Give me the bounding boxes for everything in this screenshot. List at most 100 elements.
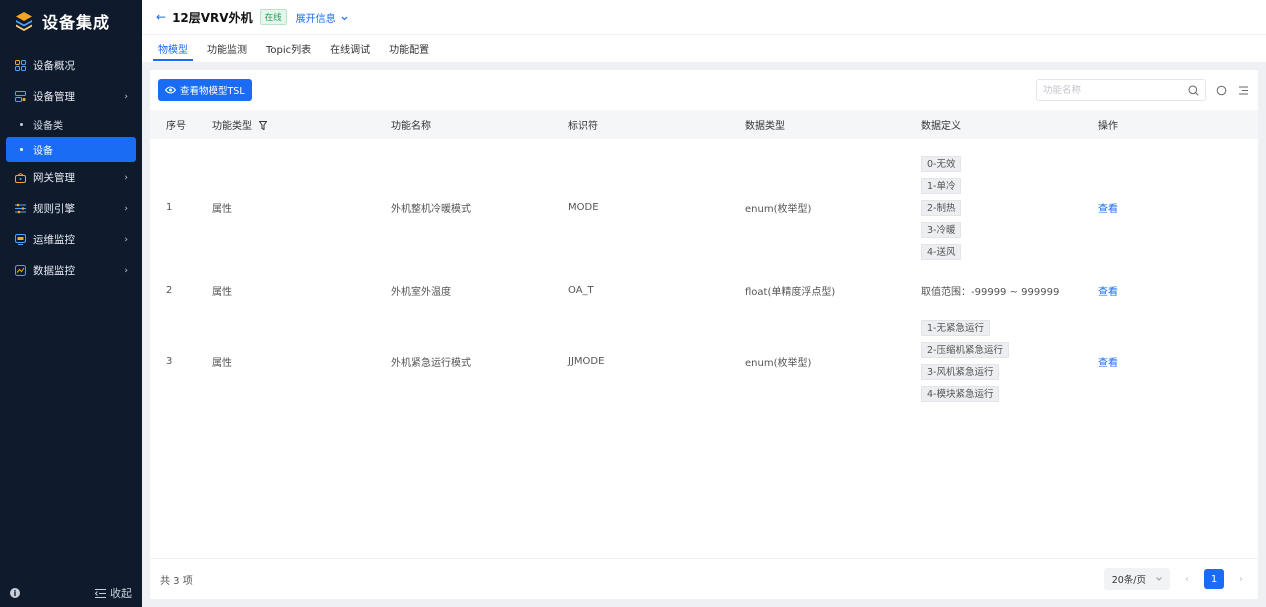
table-row: 3 属性 外机紧急运行模式 JJMODE enum(枚举型) 1-无紧急运行 2… [150, 304, 1258, 418]
brand-title: 设备集成 [42, 13, 111, 32]
sidebar-item-overview[interactable]: 设备概况 [0, 50, 142, 81]
sidebar-item-ops-monitor[interactable]: 运维监控 › [0, 224, 142, 255]
column-settings-icon[interactable] [1236, 83, 1250, 97]
cell-data-type: enum(枚举型) [745, 357, 812, 369]
view-tsl-label: 查看物模型TSL [180, 86, 245, 97]
rule-engine-icon [14, 203, 26, 215]
enum-tag: 4-送风 [921, 243, 962, 260]
tab-bar: 物模型 功能监测 Topic列表 在线调试 功能配置 [142, 35, 1266, 62]
enum-tag: 4-模块紧急运行 [921, 386, 1000, 402]
column-header-type-label: 功能类型 [212, 121, 252, 132]
cell-type: 属性 [212, 204, 232, 215]
chevron-down-icon: › [124, 91, 128, 102]
back-arrow-icon[interactable]: ← [156, 10, 166, 24]
tab-online-debug[interactable]: 在线调试 [330, 35, 370, 62]
chevron-down-icon [341, 16, 348, 20]
view-link[interactable]: 查看 [1098, 358, 1118, 369]
bullet-icon [20, 123, 23, 126]
search-input[interactable] [1043, 84, 1188, 96]
view-tsl-button[interactable]: 查看物模型TSL [158, 79, 252, 101]
table-tools [1036, 79, 1250, 101]
sidebar-item-rule-engine[interactable]: 规则引擎 › [0, 193, 142, 224]
enum-tag: 3-风机紧急运行 [921, 364, 1000, 380]
gateway-icon [14, 172, 26, 184]
chevron-right-icon: › [124, 234, 128, 245]
chevron-right-icon: › [124, 265, 128, 276]
cell-index: 1 [166, 202, 173, 213]
enum-tag: 1-单冷 [921, 177, 962, 194]
total-count: 共 3 项 [160, 575, 193, 587]
pagination: 20条/页 ‹ 1 › [1103, 568, 1248, 590]
sidebar-subitem-device-class[interactable]: 设备类 [0, 112, 142, 137]
page-title: 12层VRV外机 [172, 10, 253, 25]
prev-page-button[interactable]: ‹ [1180, 574, 1194, 585]
sidebar-item-data-monitor[interactable]: 数据监控 › [0, 255, 142, 286]
sidebar-item-label: 运维监控 [33, 234, 75, 246]
info-icon[interactable]: i [10, 588, 20, 598]
search-icon[interactable] [1188, 85, 1199, 96]
enum-tag: 2-压缩机紧急运行 [921, 342, 1009, 358]
tab-function-monitor[interactable]: 功能监测 [207, 35, 247, 62]
table-header: 序号 功能类型 功能名称 标识符 数据类型 数据定义 操作 [150, 110, 1258, 139]
column-header-identifier: 标识符 [568, 121, 598, 132]
logo-icon [16, 12, 32, 31]
sidebar-item-label: 设备管理 [33, 91, 75, 103]
sidebar-item-label: 网关管理 [33, 172, 75, 184]
cell-index: 3 [166, 355, 173, 367]
sidebar-subitem-device[interactable]: 设备 [6, 137, 136, 162]
tab-topic-list[interactable]: Topic列表 [266, 35, 311, 62]
table-row: 1 属性 外机整机冷暖模式 MODE enum(枚举型) 0-无效 1-单冷 2… [150, 139, 1258, 276]
bullet-icon [20, 148, 23, 151]
enum-tag: 3-冷暖 [921, 221, 962, 238]
cell-identifier: MODE [568, 202, 599, 213]
chevron-down-icon [1156, 577, 1162, 581]
device-manage-icon [14, 91, 26, 103]
sidebar-subitem-label: 设备 [33, 146, 53, 157]
sidebar-item-device-manage[interactable]: 设备管理 › [0, 81, 142, 112]
column-header-index: 序号 [166, 121, 186, 132]
brand: 设备集成 [0, 0, 142, 42]
view-link[interactable]: 查看 [1098, 287, 1118, 298]
enum-tag: 0-无效 [921, 155, 962, 172]
page-number-button[interactable]: 1 [1204, 569, 1224, 589]
tab-thing-model[interactable]: 物模型 [153, 35, 193, 62]
enum-tag: 2-制热 [921, 199, 962, 216]
page-size-select[interactable]: 20条/页 [1103, 568, 1170, 590]
column-header-definition: 数据定义 [921, 121, 961, 132]
table-row: 2 属性 外机室外温度 OA_T float(单精度浮点型) 取值范围：-999… [150, 276, 1258, 304]
content-card: 查看物模型TSL 序号 功能类型 功能名称 标识符 数据类型 数据定义 操作 [150, 70, 1258, 599]
column-header-name: 功能名称 [391, 121, 431, 132]
cell-definition: 1-无紧急运行 2-压缩机紧急运行 3-风机紧急运行 4-模块紧急运行 [921, 320, 1098, 402]
cell-type: 属性 [212, 286, 232, 298]
cell-data-type: enum(枚举型) [745, 204, 812, 215]
collapse-button[interactable]: 收起 [95, 585, 132, 601]
refresh-icon[interactable] [1214, 83, 1228, 97]
column-header-action: 操作 [1098, 121, 1118, 132]
chevron-right-icon: › [124, 172, 128, 183]
toolbar: 查看物模型TSL [150, 70, 1258, 110]
sidebar-nav: 设备概况 设备管理 › 设备类 设备 网关管理 › 规则引擎 › 运维监控 › … [0, 50, 142, 286]
ops-monitor-icon [14, 234, 26, 246]
data-monitor-icon [14, 265, 26, 277]
eye-icon [165, 86, 176, 94]
definition-tags: 0-无效 1-单冷 2-制热 3-冷暖 4-送风 [921, 155, 1098, 260]
cell-type: 属性 [212, 357, 232, 369]
enum-tag: 1-无紧急运行 [921, 320, 990, 336]
cell-identifier: OA_T [568, 284, 594, 296]
sidebar-footer: i 收起 [0, 579, 142, 607]
expand-info-link[interactable]: 展开信息 [296, 10, 348, 25]
tab-function-config[interactable]: 功能配置 [389, 35, 429, 62]
definition-tags: 1-无紧急运行 2-压缩机紧急运行 3-风机紧急运行 4-模块紧急运行 [921, 320, 1098, 402]
next-page-button[interactable]: › [1234, 574, 1248, 585]
sidebar-subitem-label: 设备类 [33, 121, 63, 132]
collapse-label: 收起 [110, 587, 132, 600]
cell-identifier: JJMODE [568, 355, 605, 367]
collapse-icon [95, 588, 106, 598]
sidebar-item-label: 规则引擎 [33, 203, 75, 215]
chevron-right-icon: › [124, 203, 128, 214]
filter-icon[interactable] [259, 121, 268, 130]
cell-name: 外机室外温度 [391, 286, 451, 298]
view-link[interactable]: 查看 [1098, 204, 1118, 215]
cell-name: 外机紧急运行模式 [391, 357, 471, 369]
sidebar-item-gateway[interactable]: 网关管理 › [0, 162, 142, 193]
